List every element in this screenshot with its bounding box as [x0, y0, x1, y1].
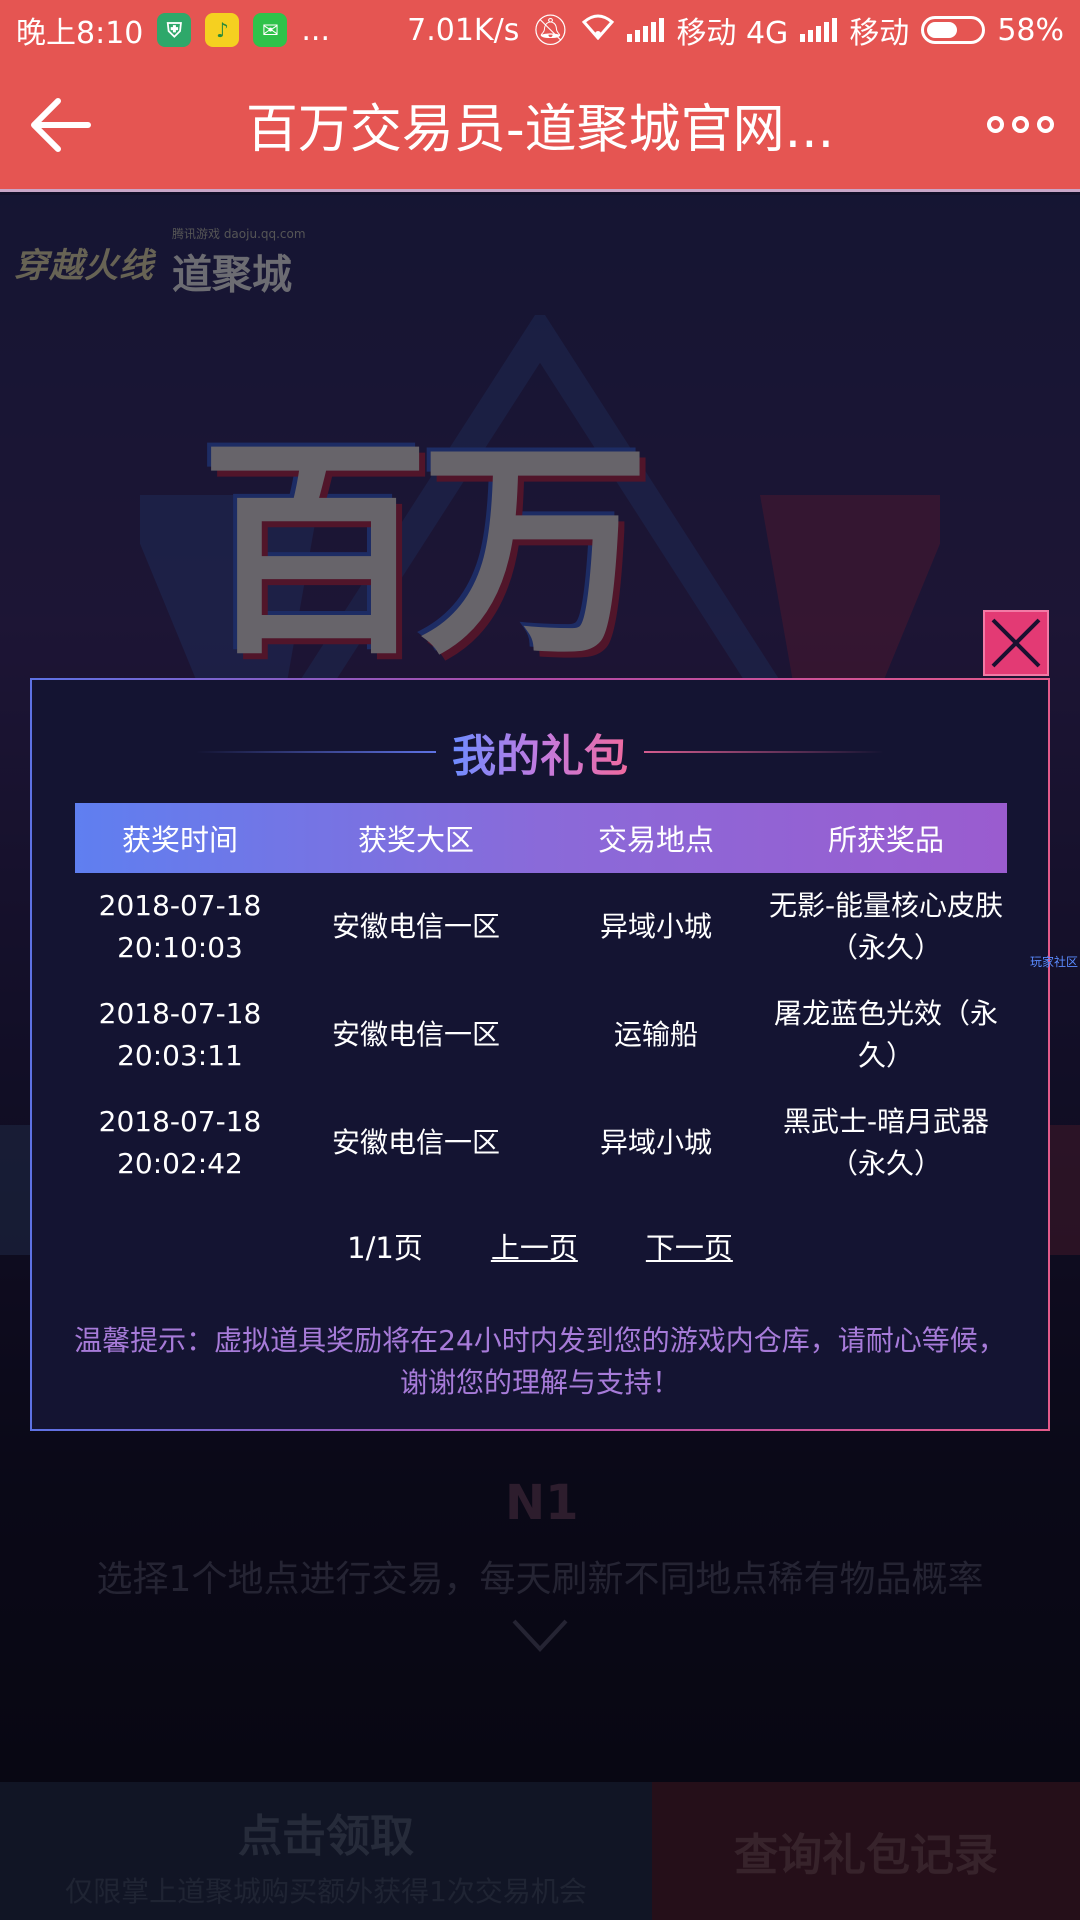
gift-table: 获奖时间 获奖大区 交易地点 所获奖品 2018-07-18 20:10:03 安… — [75, 803, 1007, 1197]
page-title: 百万交易员-道聚城官网... — [245, 100, 835, 160]
cell-time: 2018-07-18 20:02:42 — [98, 1105, 262, 1180]
dot-icon — [1011, 116, 1029, 133]
modal-header: 我的礼包 — [32, 720, 1048, 784]
back-arrow-icon — [31, 97, 91, 152]
next-page-link[interactable]: 下一页 — [646, 1225, 733, 1267]
more-notifications-icon: ... — [301, 12, 330, 48]
battery-percent: 58% — [997, 12, 1064, 48]
cell-prize: 黑武士-暗月武器 （永久） — [782, 1105, 990, 1180]
title-bar: 百万交易员-道聚城官网... — [0, 60, 1080, 192]
gift-modal: 我的礼包 获奖时间 获奖大区 交易地点 所获奖品 2018-07-18 20:10… — [30, 678, 1050, 1431]
title-divider-right — [644, 751, 884, 753]
status-time: 晚上8:10 — [16, 16, 144, 51]
dot-icon — [1036, 116, 1054, 133]
table-row: 2018-07-18 20:02:42 安徽电信一区 异域小城 黑武士-暗月武器（… — [75, 1089, 1007, 1197]
status-bar: 晚上8:10 ⛨ ♪ ✉ ... 7.01K/s 🔕︎ 移动 4G 移动 58% — [0, 0, 1080, 60]
cell-prize: 屠龙蓝色光效（永 久） — [773, 997, 998, 1072]
table-header: 获奖时间 获奖大区 交易地点 所获奖品 — [75, 803, 1007, 873]
signal-icon — [800, 18, 838, 42]
cell-place: 异域小城 — [599, 910, 712, 943]
mute-bell-icon: 🔕︎ — [531, 12, 570, 48]
battery-icon — [921, 16, 986, 44]
cell-region: 安徽电信一区 — [331, 1126, 500, 1159]
shield-app-icon: ⛨ — [157, 13, 192, 47]
carrier-1: 移动 4G — [676, 16, 789, 51]
wechat-app-icon: ✉ — [253, 13, 288, 47]
cell-place: 运输船 — [613, 1018, 698, 1051]
more-options-button[interactable] — [960, 60, 1080, 189]
close-button[interactable] — [983, 610, 1049, 676]
modal-title: 我的礼包 — [452, 720, 628, 784]
table-row: 2018-07-18 20:10:03 安徽电信一区 异域小城 无影-能量核心皮肤… — [75, 873, 1007, 981]
community-side-link[interactable]: 玩家社区 — [1030, 953, 1078, 970]
prev-page-link[interactable]: 上一页 — [491, 1225, 578, 1267]
header-award-time: 获奖时间 — [121, 823, 238, 857]
cell-region: 安徽电信一区 — [331, 1018, 500, 1051]
cell-time: 2018-07-18 20:10:03 — [98, 889, 262, 964]
table-row: 2018-07-18 20:03:11 安徽电信一区 运输船 屠龙蓝色光效（永 久） — [75, 981, 1007, 1089]
network-speed: 7.01K/s — [407, 12, 520, 48]
back-button[interactable] — [0, 60, 120, 189]
reminder-tip: 温馨提示：虚拟道具奖励将在24小时内发到您的游戏内仓库，请耐心等候， 谢谢您的理解… — [74, 1324, 1006, 1399]
close-icon — [991, 618, 1041, 668]
cell-place: 异域小城 — [599, 1126, 712, 1159]
qq-music-app-icon: ♪ — [205, 13, 240, 47]
cell-region: 安徽电信一区 — [331, 910, 500, 943]
header-award-region: 获奖大区 — [357, 823, 474, 857]
carrier-2: 移动 — [849, 16, 910, 51]
title-divider-left — [196, 751, 436, 753]
dot-icon — [986, 116, 1004, 133]
signal-icon — [627, 18, 665, 42]
header-prize: 所获奖品 — [827, 823, 944, 857]
page-info: 1/1页 — [347, 1231, 423, 1265]
cell-time: 2018-07-18 20:03:11 — [98, 997, 262, 1072]
header-trade-location: 交易地点 — [597, 823, 714, 857]
cell-prize: 无影-能量核心皮肤 （永久） — [768, 889, 1004, 964]
pagination: 1/1页 上一页 下一页 — [32, 1225, 1048, 1267]
wifi-icon — [581, 13, 615, 48]
